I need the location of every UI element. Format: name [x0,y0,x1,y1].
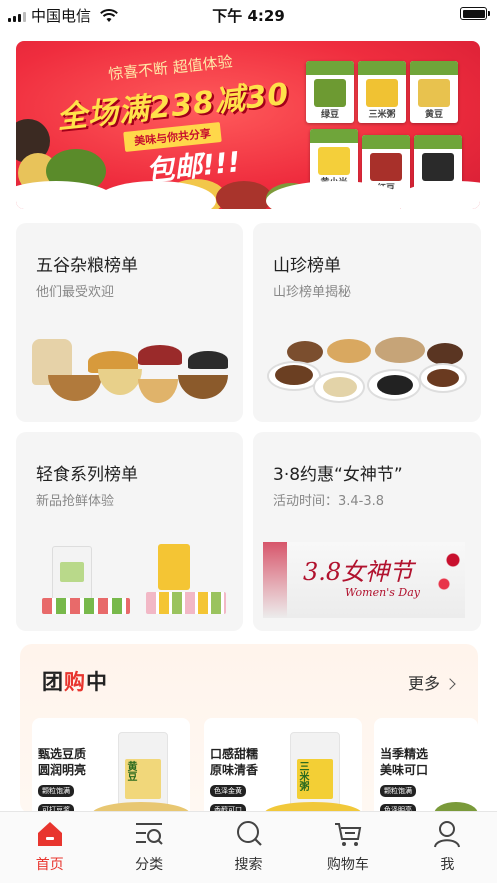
product-bag-image: 黄豆 [118,732,168,812]
product-tag: 颗粒饱满 [38,785,74,797]
home-icon [37,822,62,846]
chevron-right-icon [444,678,456,690]
group-buy-product[interactable]: 甄选豆质 圆润明亮 颗粒饱满 可打豆浆 黄豆 [32,718,190,818]
cart-icon [334,823,362,846]
group-buy-product[interactable]: 当季精选 美味可口 颗粒饱满 色泽明亮 [374,718,478,818]
ranking-card-mushrooms[interactable]: 山珍榜单 山珍榜单揭秘 [253,223,481,422]
status-bar: 中国电信 下午 4:29 [0,0,497,28]
card-title: 3·8约惠“女神节” [273,465,403,485]
bottom-tab-bar: 首页 分类 搜索 购物车 我 [0,811,497,883]
product-headline: 美味可口 [380,763,429,777]
womens-day-english: Women's Day [345,586,420,599]
promo-banner[interactable]: 惊喜不断 超值体验 全场满238减30 美味与你共分享 包邮!!! 绿豆 三米粥… [16,41,480,209]
user-icon [434,821,461,848]
card-subtitle: 新品抢鲜体验 [36,494,115,509]
battery-icon [460,7,490,20]
grain-pile-decoration [216,181,272,209]
category-icon [136,823,163,845]
status-time: 下午 4:29 [212,7,285,25]
ranking-card-light-food[interactable]: 轻食系列榜单 新品抢鲜体验 [16,432,243,631]
card-title: 轻食系列榜单 [36,465,138,485]
card-subtitle: 活动时间：3.4-3.8 [273,494,385,509]
mushrooms-illustration [263,335,473,415]
tab-search[interactable]: 搜索 [199,812,298,883]
womens-day-script: 3.8女神节 [303,558,414,586]
product-pack-image: 绿豆 [306,61,354,123]
product-tag: 色泽金黄 [210,785,246,797]
card-subtitle: 他们最受欢迎 [36,285,115,300]
tab-home[interactable]: 首页 [0,812,99,883]
light-food-illustration [34,542,234,622]
group-buy-product[interactable]: 口感甜糯 原味清香 色泽金黄 香醇可口 三米粥 [204,718,362,818]
group-buy-more-link[interactable]: 更多 [408,670,456,694]
card-subtitle: 山珍榜单揭秘 [273,285,352,300]
card-title: 五谷杂粮榜单 [36,256,138,276]
tab-cart[interactable]: 购物车 [298,812,397,883]
ranking-card-grains[interactable]: 五谷杂粮榜单 他们最受欢迎 [16,223,243,422]
product-headline: 口感甜糯 [210,747,259,761]
product-headline: 原味清香 [210,763,259,777]
search-icon [236,821,262,846]
womens-day-illustration: 3.8女神节 Women's Day [263,542,465,618]
product-tag: 颗粒饱满 [380,785,416,797]
grains-illustration [28,335,233,415]
tab-me[interactable]: 我 [398,812,497,883]
product-headline: 当季精选 [380,747,429,761]
product-bag-image: 三米粥 [290,732,340,812]
group-buy-logo: 团购中 [42,670,108,694]
product-pack-image: 三米粥 [358,61,406,123]
product-headline: 圆润明亮 [38,763,87,777]
card-title: 山珍榜单 [273,256,341,276]
product-pack-image: 黄豆 [410,61,458,123]
product-headline: 甄选豆质 [38,747,87,761]
tab-category[interactable]: 分类 [99,812,198,883]
promo-card-womens-day[interactable]: 3·8约惠“女神节” 活动时间：3.4-3.8 3.8女神节 Women's D… [253,432,481,631]
